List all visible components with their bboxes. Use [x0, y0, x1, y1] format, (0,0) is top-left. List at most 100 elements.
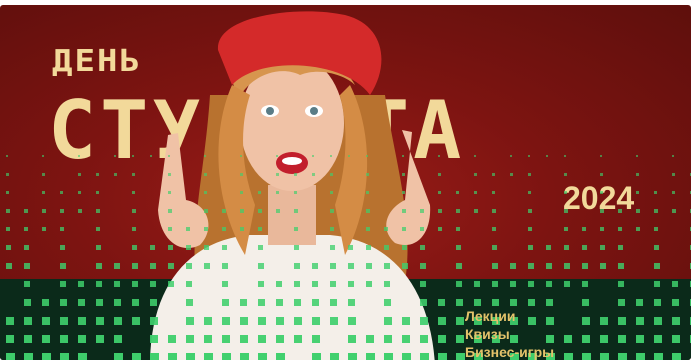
pixel-dot	[294, 317, 302, 325]
pixel-dot	[402, 317, 410, 325]
pixel-dot	[204, 353, 213, 360]
pixel-dot	[438, 317, 446, 325]
pixel-dot	[564, 245, 569, 250]
pixel-dot	[384, 263, 390, 269]
pixel-dot	[312, 317, 320, 325]
pixel-dot	[186, 335, 194, 343]
pixel-dot	[6, 155, 8, 157]
pixel-dot	[384, 299, 391, 306]
pixel-dot	[636, 317, 644, 325]
pixel-dot	[582, 245, 587, 250]
pixel-dot	[132, 155, 134, 157]
pixel-dot	[456, 209, 460, 213]
pixel-dot	[114, 263, 120, 269]
pixel-dot	[294, 245, 299, 250]
pixel-dot	[60, 245, 65, 250]
pixel-dot	[348, 245, 353, 250]
pixel-dot	[294, 173, 297, 176]
pixel-dot	[492, 227, 496, 231]
pixel-dot	[78, 299, 85, 306]
pixel-dot	[150, 263, 156, 269]
pixel-dot	[384, 335, 392, 343]
pixel-dot	[528, 227, 532, 231]
pixel-dot	[600, 191, 603, 194]
pixel-dot	[6, 335, 14, 343]
pixel-dot	[24, 335, 32, 343]
pixel-dot	[258, 191, 261, 194]
feature-item: Бизнес-игры	[465, 344, 555, 360]
pixel-dot	[78, 191, 81, 194]
pixel-dot	[402, 191, 405, 194]
pixel-dot	[672, 281, 678, 287]
pixel-dot	[78, 353, 87, 360]
pixel-dot	[42, 353, 51, 360]
pixel-dot	[240, 335, 248, 343]
pixel-dot	[330, 281, 336, 287]
pixel-dot	[150, 299, 157, 306]
pixel-dot	[114, 155, 116, 157]
pixel-dot	[6, 245, 11, 250]
pixel-dot	[438, 335, 446, 343]
pixel-dot	[150, 353, 159, 360]
pixel-dot	[204, 227, 208, 231]
pixel-dot	[168, 245, 173, 250]
pixel-dot	[222, 227, 226, 231]
pixel-dot	[96, 245, 101, 250]
pixel-dot	[528, 281, 534, 287]
pixel-dot	[456, 281, 462, 287]
student-day-banner[interactable]: ДЕНЬ СТУДЕНТА 2024 Лекции Квизы Бизнес	[0, 5, 691, 360]
pixel-dot	[132, 173, 135, 176]
pixel-dot	[492, 263, 498, 269]
pixel-dot	[276, 353, 285, 360]
pixel-dot	[420, 317, 428, 325]
pixel-dot	[330, 227, 334, 231]
pixel-dot	[636, 353, 645, 360]
pixel-dot	[672, 299, 679, 306]
pixel-dot	[564, 263, 570, 269]
pixel-dot	[96, 317, 104, 325]
pixel-dot	[312, 353, 321, 360]
pixel-dot	[564, 155, 566, 157]
pixel-dot	[96, 173, 99, 176]
pixel-dot	[276, 299, 283, 306]
pixel-dot	[384, 245, 389, 250]
pixel-dot	[456, 335, 464, 343]
pixel-dot	[330, 173, 333, 176]
pixel-dot	[402, 335, 410, 343]
pixel-dot	[78, 173, 81, 176]
pixel-dot	[294, 263, 300, 269]
pixel-dot	[6, 173, 9, 176]
pixel-dot	[348, 317, 356, 325]
pixel-dot	[6, 353, 15, 360]
pixel-dot	[312, 335, 320, 343]
pixel-dot	[60, 263, 66, 269]
pixel-dot	[114, 353, 123, 360]
pixel-dot	[528, 209, 532, 213]
pixel-dot	[168, 335, 176, 343]
pixel-dot	[618, 227, 622, 231]
feature-item: Квизы	[465, 326, 510, 342]
pixel-dot	[258, 353, 267, 360]
pixel-dot	[78, 281, 84, 287]
pixel-dot	[96, 335, 104, 343]
pixel-dot	[60, 209, 64, 213]
pixel-dot	[582, 263, 588, 269]
pixel-dot	[6, 209, 10, 213]
pixel-dot	[348, 155, 350, 157]
pixel-dot	[132, 317, 140, 325]
pixel-dot	[492, 281, 498, 287]
pixel-dot	[150, 281, 156, 287]
pixel-dot	[474, 155, 476, 157]
pixel-dot	[600, 317, 608, 325]
pixel-dot	[168, 173, 171, 176]
pixel-dot	[312, 155, 314, 157]
pixel-dot	[474, 299, 481, 306]
pixel-dot	[78, 335, 86, 343]
pixel-dot	[330, 191, 333, 194]
pixel-dot	[438, 155, 440, 157]
pixel-dot	[96, 191, 99, 194]
pixel-dot	[132, 209, 136, 213]
pixel-dot	[276, 191, 279, 194]
pixel-dot	[438, 227, 442, 231]
pixel-dot	[42, 299, 49, 306]
